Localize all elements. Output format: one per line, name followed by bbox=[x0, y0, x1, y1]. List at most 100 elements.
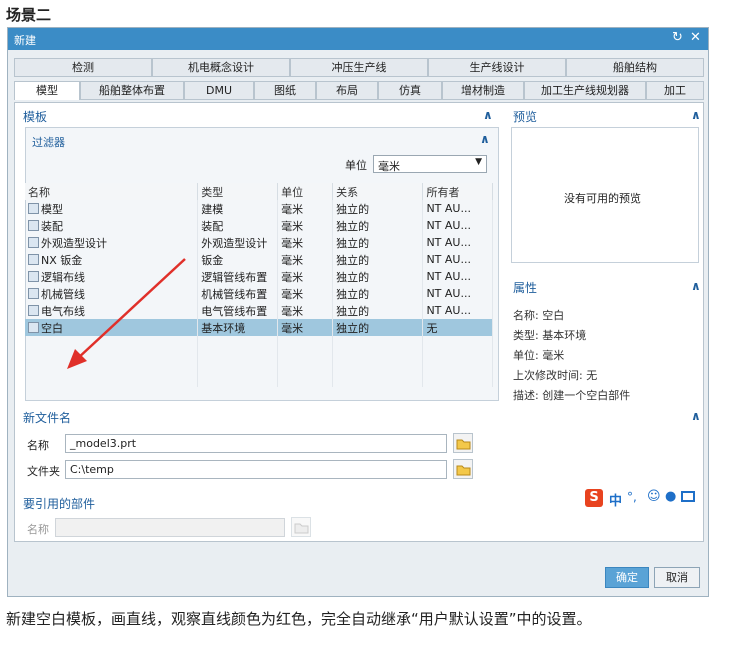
cell-name: 外观造型设计 bbox=[25, 234, 199, 251]
cancel-button[interactable]: 取消 bbox=[654, 567, 700, 588]
cell-text: 机械管线布置 bbox=[201, 287, 268, 301]
prop-modified: 上次修改时间: 无 bbox=[513, 369, 598, 382]
newfile-section-title: 新文件名 bbox=[23, 411, 72, 425]
unit-label: 单位 bbox=[345, 159, 367, 172]
cell-type: 外观造型设计 bbox=[197, 234, 279, 251]
preview-section-title: 预览 bbox=[513, 110, 538, 124]
tab-inspection[interactable]: 检测 bbox=[14, 58, 152, 77]
ref-name-input[interactable] bbox=[55, 518, 285, 537]
cell-text: NT AU... bbox=[426, 270, 471, 283]
cell-type: 建模 bbox=[197, 200, 279, 217]
browse-folder-button[interactable] bbox=[453, 459, 473, 479]
dialog-title: 新建 bbox=[14, 34, 36, 47]
col-relation[interactable]: 关系 bbox=[332, 183, 424, 200]
filename-label: 名称 bbox=[27, 439, 49, 452]
unit-select[interactable]: 毫米 ▼ bbox=[373, 155, 487, 173]
preview-collapse-icon[interactable]: ∧ bbox=[691, 108, 701, 122]
emoji-icon[interactable]: ☺ bbox=[647, 489, 661, 504]
folder-input[interactable]: C:\temp bbox=[65, 460, 447, 479]
cell-text: 独立的 bbox=[336, 304, 370, 318]
tab-drawing[interactable]: 图纸 bbox=[254, 81, 316, 100]
cell-owner: NT AU... bbox=[422, 268, 493, 285]
cell-unit: 毫米 bbox=[277, 217, 334, 234]
tab-content-panel: 模板 ∧ 过滤器 ∧ 单位 毫米 ▼ 名称 类型 单位 关系 所有者 模型 建模毫… bbox=[14, 102, 704, 542]
cell-text: 独立的 bbox=[336, 236, 370, 250]
cell-empty bbox=[277, 336, 334, 353]
cell-text: 毫米 bbox=[281, 202, 304, 216]
template-icon bbox=[28, 219, 39, 231]
newfile-collapse-icon[interactable]: ∧ bbox=[691, 409, 701, 423]
template-icon bbox=[28, 321, 39, 333]
cell-empty bbox=[197, 370, 279, 387]
tab-layout[interactable]: 布局 bbox=[316, 81, 378, 100]
tab-machining[interactable]: 加工 bbox=[646, 81, 704, 100]
cell-type: 逻辑管线布置 bbox=[197, 268, 279, 285]
keyboard-icon[interactable] bbox=[681, 491, 695, 502]
ime-punct-toggle[interactable]: °, bbox=[627, 490, 637, 504]
tab-ship-layout[interactable]: 船舶整体布置 bbox=[80, 81, 184, 100]
cell-empty bbox=[422, 336, 493, 353]
folder-icon bbox=[456, 439, 471, 450]
cell-type: 装配 bbox=[197, 217, 279, 234]
filter-label: 过滤器 bbox=[32, 136, 65, 149]
cell-owner: NT AU... bbox=[422, 234, 493, 251]
col-owner[interactable]: 所有者 bbox=[422, 183, 493, 200]
template-icon bbox=[28, 287, 39, 299]
tab-additive[interactable]: 增材制造 bbox=[442, 81, 524, 100]
cell-text: 毫米 bbox=[281, 287, 304, 301]
cell-text: NT AU... bbox=[426, 219, 471, 232]
cell-text: 独立的 bbox=[336, 321, 370, 335]
microphone-icon[interactable]: ● bbox=[665, 489, 676, 504]
browse-ref-button[interactable] bbox=[291, 517, 311, 537]
cell-rel: 独立的 bbox=[332, 217, 424, 234]
ok-button[interactable]: 确定 bbox=[605, 567, 649, 588]
tab-ship-structure[interactable]: 船舶结构 bbox=[566, 58, 704, 77]
col-name[interactable]: 名称 bbox=[25, 183, 199, 200]
col-type[interactable]: 类型 bbox=[197, 183, 279, 200]
cell-empty bbox=[422, 353, 493, 370]
table-row[interactable]: 模型 建模 毫米 独立的 NT AU... bbox=[25, 200, 493, 217]
reset-icon[interactable]: ↻ bbox=[672, 30, 683, 45]
table-header-row: 名称 类型 单位 关系 所有者 bbox=[25, 183, 493, 200]
tab-mechatronics[interactable]: 机电概念设计 bbox=[152, 58, 290, 77]
cell-rel: 独立的 bbox=[332, 251, 424, 268]
tab-dmu[interactable]: DMU bbox=[184, 81, 254, 100]
cell-text: NT AU... bbox=[426, 287, 471, 300]
cell-empty bbox=[332, 370, 424, 387]
cell-unit: 毫米 bbox=[277, 302, 334, 319]
table-row[interactable]: 装配 装配 毫米 独立的 NT AU... bbox=[25, 217, 493, 234]
cell-text: 毫米 bbox=[281, 321, 304, 335]
close-icon[interactable]: ✕ bbox=[690, 30, 701, 45]
tab-stamping-line[interactable]: 冲压生产线 bbox=[290, 58, 428, 77]
ime-lang-toggle[interactable]: 中 bbox=[609, 490, 622, 509]
cell-text: 无 bbox=[426, 321, 438, 335]
cell-owner: NT AU... bbox=[422, 251, 493, 268]
template-icon bbox=[28, 270, 39, 282]
tab-machining-line-planner[interactable]: 加工生产线规划器 bbox=[524, 81, 646, 100]
cell-text: 钣金 bbox=[201, 253, 224, 267]
template-icon bbox=[28, 253, 39, 265]
tab-line-design[interactable]: 生产线设计 bbox=[428, 58, 566, 77]
filter-collapse-icon[interactable]: ∧ bbox=[480, 132, 490, 146]
tab-model[interactable]: 模型 bbox=[14, 81, 80, 100]
cell-unit: 毫米 bbox=[277, 234, 334, 251]
ref-section-title: 要引用的部件 bbox=[23, 497, 96, 511]
cell-empty bbox=[277, 353, 334, 370]
properties-collapse-icon[interactable]: ∧ bbox=[691, 279, 701, 293]
properties-section-title: 属性 bbox=[513, 281, 538, 295]
template-collapse-icon[interactable]: ∧ bbox=[483, 108, 493, 122]
browse-filename-button[interactable] bbox=[453, 433, 473, 453]
filename-input[interactable]: _model3.prt bbox=[65, 434, 447, 453]
cell-text: 独立的 bbox=[336, 270, 370, 284]
template-icon bbox=[28, 202, 39, 214]
cell-text: 建模 bbox=[201, 202, 224, 216]
col-unit[interactable]: 单位 bbox=[277, 183, 334, 200]
chevron-down-icon: ▼ bbox=[475, 157, 482, 167]
ime-logo[interactable]: S bbox=[585, 489, 603, 507]
cell-unit: 毫米 bbox=[277, 285, 334, 302]
table-row[interactable]: 外观造型设计 外观造型设计 毫米 独立的 NT AU... bbox=[25, 234, 493, 251]
tab-simulation[interactable]: 仿真 bbox=[378, 81, 442, 100]
cell-rel: 独立的 bbox=[332, 234, 424, 251]
cell-empty bbox=[197, 353, 279, 370]
cell-owner: NT AU... bbox=[422, 200, 493, 217]
